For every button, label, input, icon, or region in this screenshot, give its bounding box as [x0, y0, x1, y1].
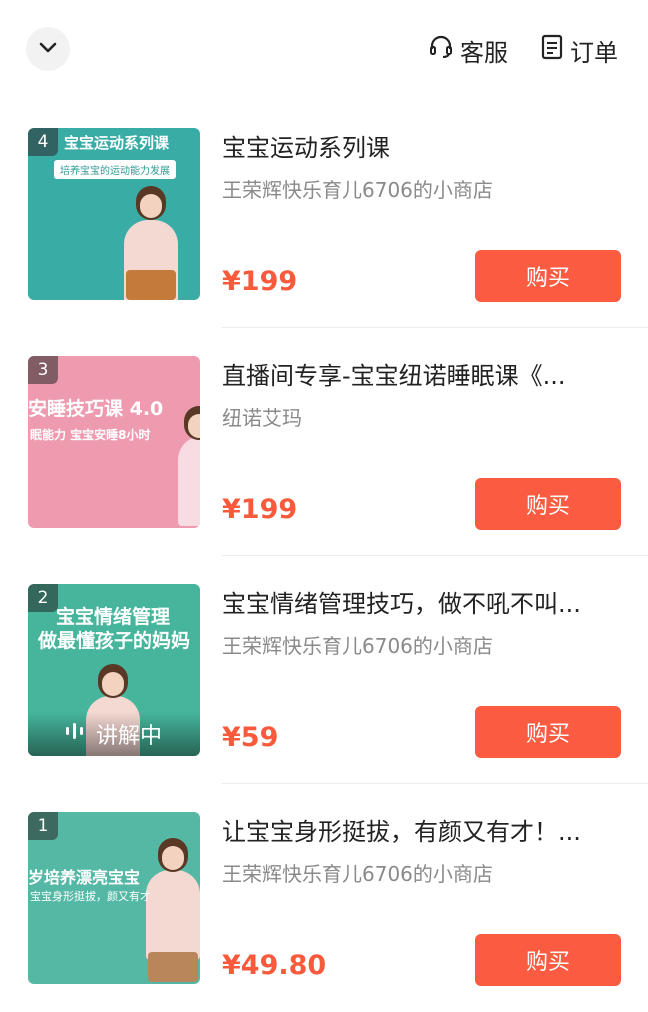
presenter-figure [178, 436, 200, 526]
shop-name: 纽诺艾玛 [222, 406, 302, 430]
thumbnail-subtitle: 做最懂孩子的妈妈 [38, 630, 191, 652]
collapse-button[interactable] [26, 27, 70, 71]
chevron-down-icon [38, 40, 58, 59]
product-thumbnail[interactable]: 4 宝宝运动系列课 培养宝宝的运动能力发展 [28, 128, 200, 300]
customer-service-button[interactable]: 客服 [428, 30, 508, 70]
product-title[interactable]: 宝宝运动系列课 [222, 128, 620, 163]
product-item[interactable]: 2 宝宝情绪管理 做最懂孩子的妈妈 讲解中 宝宝情绪管理技巧，做不吼不叫... … [0, 556, 648, 784]
thumbnail-headline: 宝宝运动系列课 [64, 134, 170, 152]
product-price: ¥59 [222, 722, 279, 753]
presenter-skirt [148, 952, 198, 982]
presenter-face [162, 846, 184, 870]
orders-button[interactable]: 订单 [540, 30, 618, 70]
buy-button[interactable]: 购买 [475, 934, 621, 986]
presenter-skirt [126, 270, 176, 300]
rank-badge: 1 [28, 812, 58, 840]
product-price: ¥49.80 [222, 950, 327, 981]
product-item[interactable]: 4 宝宝运动系列课 培养宝宝的运动能力发展 宝宝运动系列课 王荣辉快乐育儿670… [0, 100, 648, 328]
order-list-icon [540, 34, 564, 66]
rank-badge: 2 [28, 584, 58, 612]
buy-button[interactable]: 购买 [475, 478, 621, 530]
shop-name: 王荣辉快乐育儿6706的小商店 [222, 178, 493, 202]
rank-badge: 3 [28, 356, 58, 384]
thumbnail-headline: 岁培养漂亮宝宝 [28, 868, 141, 887]
product-title[interactable]: 宝宝情绪管理技巧，做不吼不叫... [222, 584, 620, 619]
buy-button[interactable]: 购买 [475, 250, 621, 302]
presenter-face [140, 194, 162, 218]
customer-service-label: 客服 [460, 38, 508, 67]
product-thumbnail[interactable]: 3 安睡技巧课 4.0 眠能力 宝宝安睡8小时 [28, 356, 200, 528]
thumbnail-subtitle: 宝宝身形挺拔，颜又有才 [30, 890, 151, 903]
product-title[interactable]: 让宝宝身形挺拔，有颜又有才！... [222, 812, 620, 847]
rank-badge: 4 [28, 128, 58, 156]
live-explaining-badge: 讲解中 [28, 712, 200, 756]
product-item[interactable]: 3 安睡技巧课 4.0 眠能力 宝宝安睡8小时 直播间专享-宝宝纽诺睡眠课《..… [0, 328, 648, 556]
product-price: ¥199 [222, 266, 298, 297]
presenter-figure [146, 870, 200, 960]
thumbnail-headline: 安睡技巧课 4.0 [28, 398, 164, 420]
product-title[interactable]: 直播间专享-宝宝纽诺睡眠课《... [222, 356, 620, 391]
buy-button[interactable]: 购买 [475, 706, 621, 758]
shop-name: 王荣辉快乐育儿6706的小商店 [222, 862, 493, 886]
product-item[interactable]: 1 岁培养漂亮宝宝 宝宝身形挺拔，颜又有才 让宝宝身形挺拔，有颜又有才！... … [0, 784, 648, 1012]
headset-icon [428, 34, 454, 66]
shop-name: 王荣辉快乐育儿6706的小商店 [222, 634, 493, 658]
thumbnail-headline: 宝宝情绪管理 [56, 606, 171, 628]
orders-label: 订单 [570, 38, 618, 67]
thumbnail-subtitle: 眠能力 宝宝安睡8小时 [30, 428, 151, 442]
product-thumbnail[interactable]: 1 岁培养漂亮宝宝 宝宝身形挺拔，颜又有才 [28, 812, 200, 984]
product-price: ¥199 [222, 494, 298, 525]
audio-wave-icon [64, 721, 86, 747]
live-explaining-label: 讲解中 [96, 724, 163, 749]
product-thumbnail[interactable]: 2 宝宝情绪管理 做最懂孩子的妈妈 讲解中 [28, 584, 200, 756]
thumbnail-subtitle: 培养宝宝的运动能力发展 [54, 160, 176, 179]
product-list: 4 宝宝运动系列课 培养宝宝的运动能力发展 宝宝运动系列课 王荣辉快乐育儿670… [0, 100, 648, 1012]
presenter-face [102, 672, 124, 696]
panel-header: 客服 订单 [0, 0, 648, 100]
